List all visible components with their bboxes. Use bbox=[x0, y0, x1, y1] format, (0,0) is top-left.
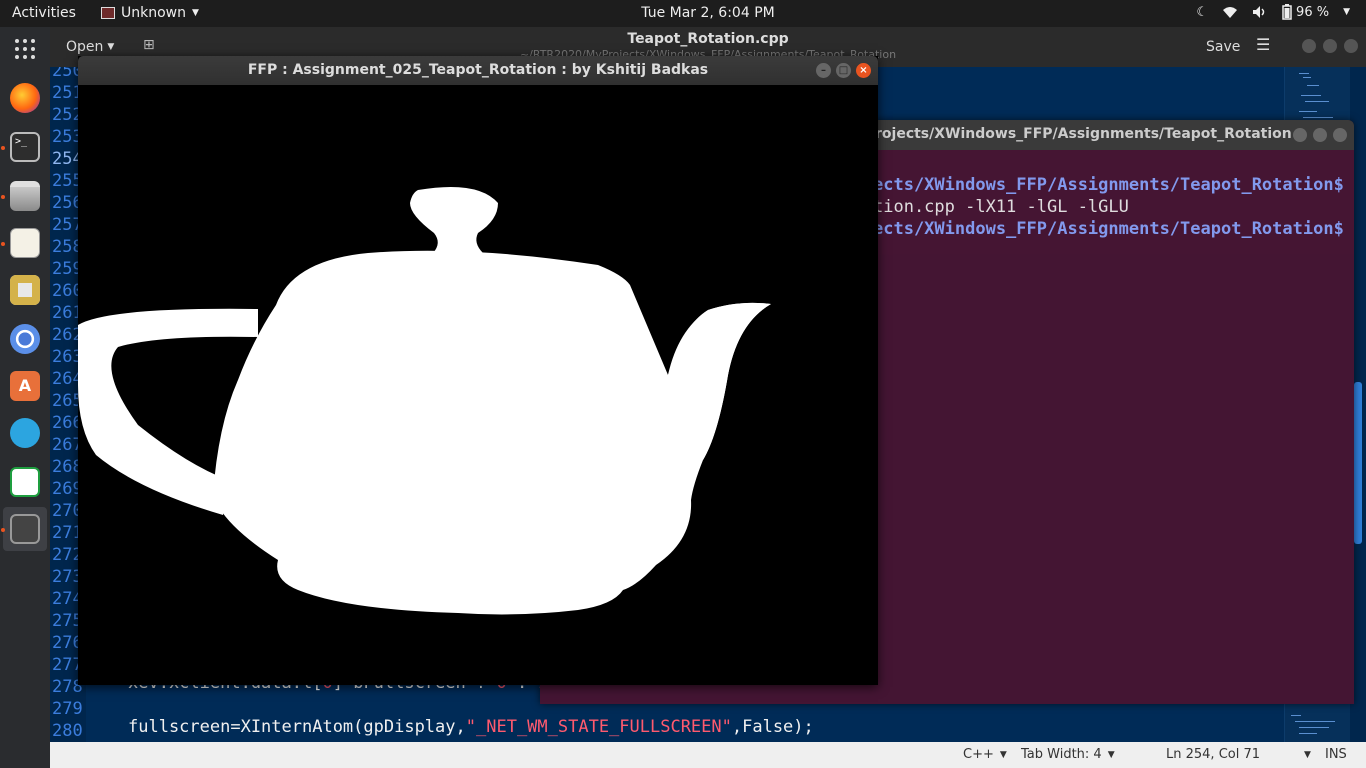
dock-files[interactable] bbox=[3, 174, 47, 218]
terminal-line: tion.cpp -lX11 -lGL -lGLU bbox=[873, 197, 1129, 217]
system-tray[interactable]: ☾ 96 % ▼ bbox=[1196, 4, 1350, 20]
minimize-button[interactable] bbox=[1293, 128, 1307, 142]
dock-telegram[interactable] bbox=[3, 411, 47, 455]
minimize-button[interactable] bbox=[1302, 39, 1316, 53]
chevron-down-icon: ▼ bbox=[1107, 749, 1115, 760]
terminal-line: ects/XWindows_FFP/Assignments/Teapot_Rot… bbox=[873, 175, 1344, 195]
insert-mode[interactable]: INS bbox=[1325, 747, 1347, 762]
files-icon bbox=[10, 181, 40, 211]
cursor-position-label: Ln 254, Col 71 bbox=[1166, 747, 1261, 762]
hamburger-menu-icon[interactable]: ☰ bbox=[1256, 35, 1270, 54]
language-label: C++ bbox=[963, 747, 994, 762]
grid-icon bbox=[15, 39, 35, 59]
telegram-icon bbox=[10, 418, 40, 448]
show-applications-button[interactable] bbox=[3, 27, 47, 71]
opengl-app-icon bbox=[10, 514, 40, 544]
document-title: Teapot_Rotation.cpp bbox=[627, 31, 789, 47]
chevron-down-icon: ▼ bbox=[1304, 749, 1311, 760]
dock-terminal[interactable]: >_ bbox=[3, 125, 47, 169]
dock-spreadsheet[interactable] bbox=[3, 460, 47, 504]
minimize-button[interactable]: – bbox=[816, 63, 831, 78]
dock: >_ A bbox=[0, 27, 50, 768]
battery-icon bbox=[1282, 4, 1292, 20]
status-bar: C++ ▼ Tab Width: 4 ▼ Ln 254, Col 71 ▼ IN… bbox=[50, 742, 1366, 768]
tab-width-selector[interactable]: Tab Width: 4 ▼ bbox=[1021, 747, 1115, 762]
opengl-window: FFP : Assignment_025_Teapot_Rotation : b… bbox=[78, 56, 878, 685]
opengl-titlebar[interactable]: FFP : Assignment_025_Teapot_Rotation : b… bbox=[78, 56, 878, 85]
language-selector[interactable]: C++ ▼ bbox=[963, 747, 1007, 762]
dock-text-editor[interactable] bbox=[3, 221, 47, 265]
dock-chromium[interactable] bbox=[3, 317, 47, 361]
firefox-icon bbox=[10, 83, 40, 113]
tab-width-label: Tab Width: 4 bbox=[1021, 747, 1102, 762]
maximize-button[interactable]: □ bbox=[836, 63, 851, 78]
night-light-icon: ☾ bbox=[1196, 4, 1209, 20]
editor-scrollbar[interactable] bbox=[1354, 382, 1362, 544]
chevron-down-icon: ▼ bbox=[1343, 7, 1350, 17]
terminal-icon: >_ bbox=[10, 132, 40, 162]
maximize-button[interactable] bbox=[1323, 39, 1337, 53]
dock-rhythmbox[interactable] bbox=[3, 268, 47, 312]
opengl-canvas[interactable] bbox=[78, 85, 878, 685]
save-button[interactable]: Save bbox=[1198, 34, 1248, 60]
clock[interactable]: Tue Mar 2, 6:04 PM bbox=[0, 5, 1366, 21]
cursor-position[interactable]: Ln 254, Col 71 ▼ bbox=[1166, 747, 1311, 762]
teapot-render bbox=[78, 186, 771, 615]
terminal-title: rojects/XWindows_FFP/Assignments/Teapot_… bbox=[875, 126, 1292, 142]
code-line-280: fullscreen=XInternAtom(gpDisplay,"_NET_W… bbox=[128, 717, 814, 737]
close-button[interactable] bbox=[1344, 39, 1358, 53]
spreadsheet-icon bbox=[10, 467, 40, 497]
chevron-down-icon: ▼ bbox=[999, 749, 1007, 760]
opengl-window-title: FFP : Assignment_025_Teapot_Rotation : b… bbox=[247, 62, 709, 78]
close-button[interactable] bbox=[1333, 128, 1347, 142]
rhythmbox-icon bbox=[10, 275, 40, 305]
dock-firefox[interactable] bbox=[3, 76, 47, 120]
software-icon: A bbox=[10, 371, 40, 401]
line-number: 280 bbox=[52, 721, 83, 741]
desktop: Activities Unknown ▼ Tue Mar 2, 6:04 PM … bbox=[0, 0, 1366, 768]
wifi-icon bbox=[1223, 7, 1238, 18]
close-button[interactable]: × bbox=[856, 63, 871, 78]
chromium-icon bbox=[10, 324, 40, 354]
top-bar: Activities Unknown ▼ Tue Mar 2, 6:04 PM … bbox=[0, 0, 1366, 27]
battery-percent: 96 % bbox=[1296, 4, 1330, 20]
battery-indicator: 96 % bbox=[1282, 4, 1329, 20]
volume-icon bbox=[1253, 6, 1265, 18]
line-number: 279 bbox=[52, 699, 83, 719]
text-editor-icon bbox=[10, 228, 40, 258]
maximize-button[interactable] bbox=[1313, 128, 1327, 142]
dock-software[interactable]: A bbox=[3, 364, 47, 408]
dock-opengl-app[interactable] bbox=[3, 507, 47, 551]
terminal-line: ects/XWindows_FFP/Assignments/Teapot_Rot… bbox=[873, 219, 1344, 239]
